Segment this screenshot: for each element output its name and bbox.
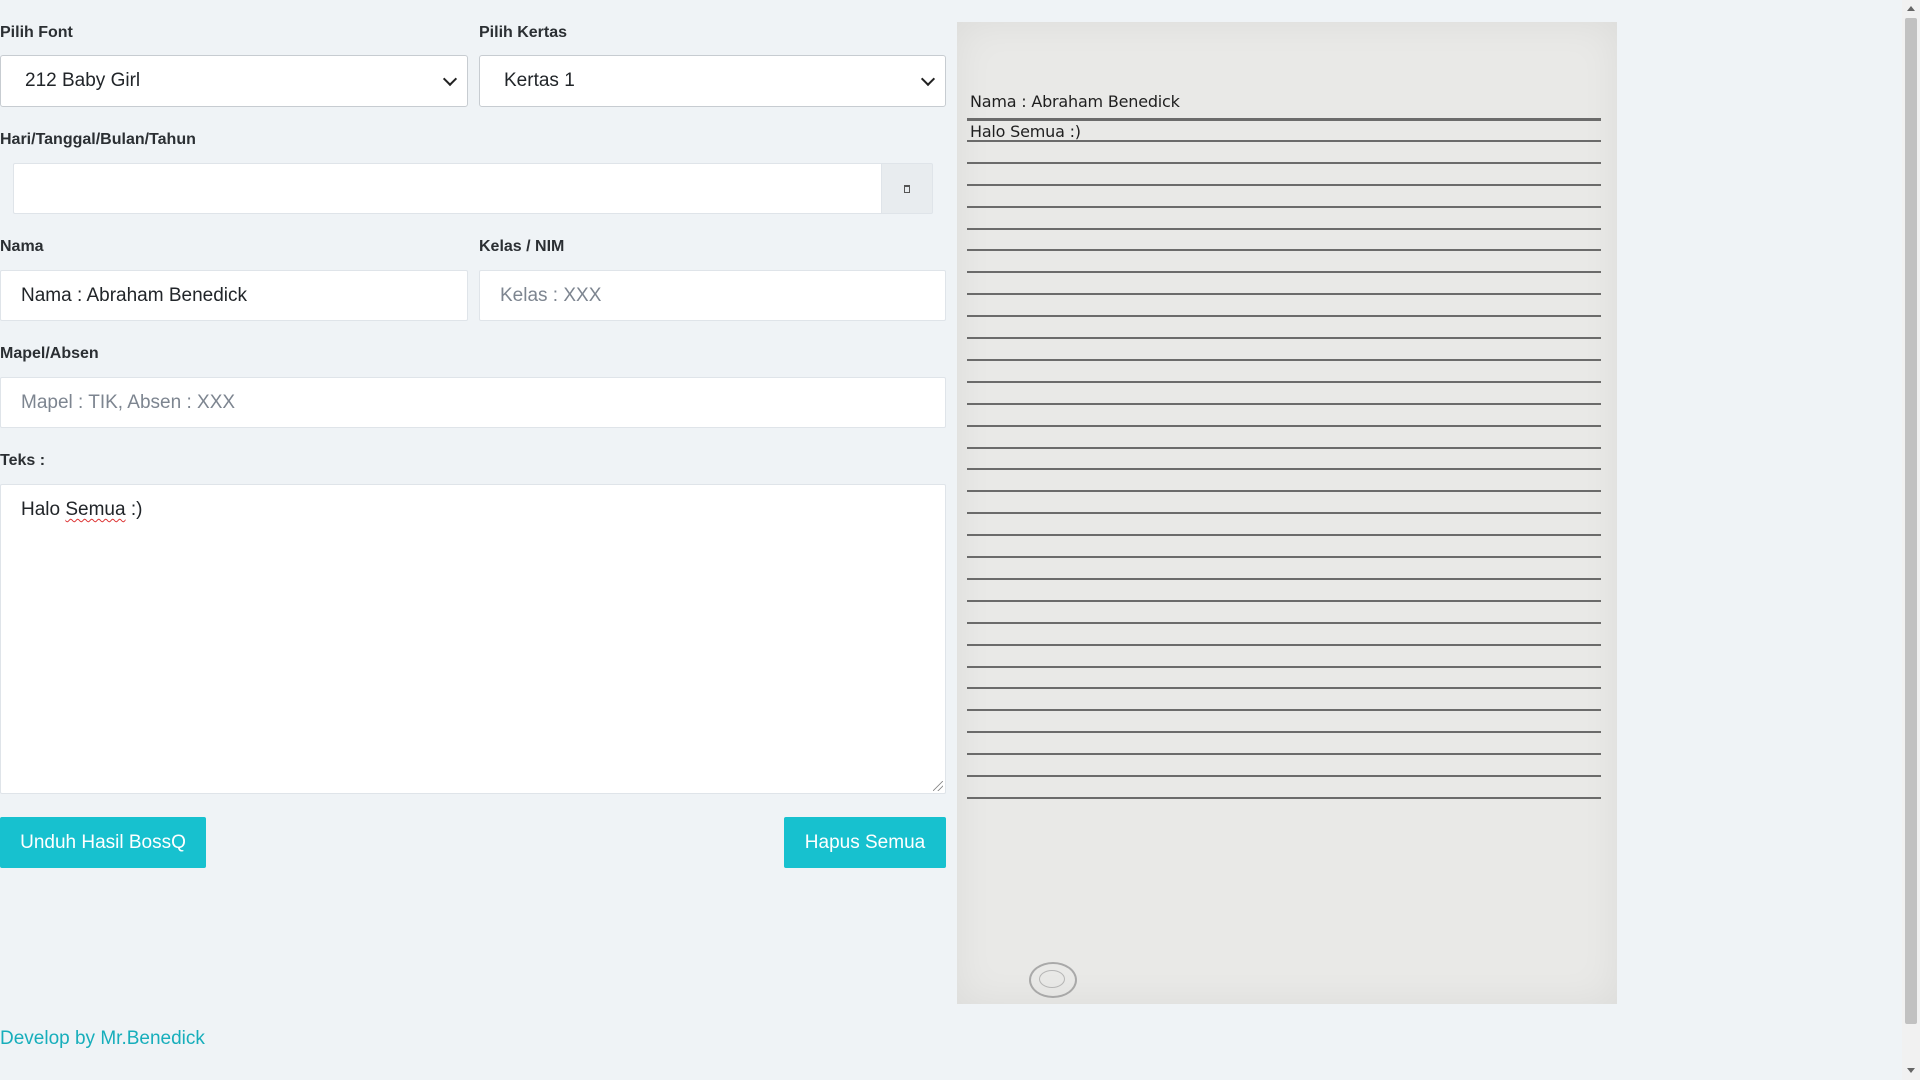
paper-rule-line: [967, 249, 1601, 251]
font-label: Pilih Font: [0, 24, 73, 41]
clear-all-button[interactable]: Hapus Semua: [784, 817, 946, 868]
scroll-up-arrow-icon[interactable]: [1907, 6, 1915, 11]
paper-rule-line: [967, 666, 1601, 668]
paper-rule-line: [967, 293, 1601, 295]
paper-rule-line: [967, 775, 1601, 777]
paper-rule-line: [967, 797, 1601, 799]
name-label: Nama: [0, 238, 44, 255]
class-input[interactable]: Kelas : XXX: [479, 270, 946, 321]
paper-rule-line: [967, 534, 1601, 536]
paper-rule-line: [967, 118, 1601, 121]
paper-rule-line: [967, 709, 1601, 711]
paper-select[interactable]: Kertas 1: [479, 55, 946, 107]
date-input[interactable]: [13, 163, 881, 214]
paper-rule-line: [967, 206, 1601, 208]
page: Pilih Font 212 Baby Girl Pilih Kertas Ke…: [0, 0, 1920, 1080]
paper-rule-line: [967, 622, 1601, 624]
font-select[interactable]: 212 Baby Girl: [0, 55, 468, 107]
paper-rule-line: [967, 556, 1601, 558]
subject-input[interactable]: Mapel : TIK, Absen : XXX: [0, 377, 946, 428]
paper-label: Pilih Kertas: [479, 24, 568, 41]
paper-rule-line: [967, 600, 1601, 602]
paper-rule-line: [967, 228, 1601, 230]
paper-rule-line: [967, 403, 1601, 405]
paper-rule-line: [967, 381, 1601, 383]
paper-rule-line: [967, 162, 1601, 164]
page-scrollbar[interactable]: [1902, 0, 1920, 1080]
paper-stamp: [1029, 962, 1077, 998]
text-word: :): [125, 499, 143, 520]
paper-rule-line: [967, 447, 1601, 449]
text-label: Teks :: [0, 452, 46, 469]
paper-rule-line: [967, 512, 1601, 514]
chevron-down-icon: [920, 71, 936, 86]
chevron-down-icon: [442, 71, 458, 86]
scroll-down-arrow-icon[interactable]: [1907, 1068, 1915, 1073]
paper-rule-line: [967, 359, 1601, 361]
paper-rule-line: [967, 578, 1601, 580]
paper-rule-line: [967, 731, 1601, 733]
text-area[interactable]: Halo Semua :): [0, 484, 946, 794]
paper-rule-line: [967, 271, 1601, 273]
preview-name-line: Nama : Abraham Benedick: [970, 92, 1180, 111]
font-select-value: 212 Baby Girl: [25, 70, 141, 91]
paper-rule-line: [967, 644, 1601, 646]
paper-rule-line: [967, 425, 1601, 427]
preview-text-line: Halo Semua :): [970, 122, 1081, 141]
paper-rule-line: [967, 753, 1601, 755]
paper-rule-line: [967, 687, 1601, 689]
date-label: Hari/Tanggal/Bulan/Tahun: [0, 131, 196, 148]
date-picker-button[interactable]: [881, 163, 933, 214]
paper-select-value: Kertas 1: [504, 70, 575, 91]
scroll-thumb[interactable]: [1905, 18, 1917, 1024]
text-word-misspelled: Semua: [65, 499, 126, 520]
text-word: Halo: [21, 499, 66, 520]
paper-rule-line: [967, 315, 1601, 317]
developer-credit-link[interactable]: Develop by Mr.Benedick: [0, 1028, 205, 1050]
date-picker: [13, 163, 933, 214]
paper-preview: Nama : Abraham Benedick Halo Semua :): [957, 22, 1617, 1004]
class-label: Kelas / NIM: [479, 238, 565, 255]
resize-handle[interactable]: [933, 781, 943, 791]
download-button[interactable]: Unduh Hasil BossQ: [0, 817, 206, 868]
subject-label: Mapel/Absen: [0, 345, 99, 362]
paper-rule-line: [967, 468, 1601, 470]
calendar-icon: [904, 184, 910, 193]
name-input[interactable]: Nama : Abraham Benedick: [0, 270, 468, 321]
paper-rule-line: [967, 490, 1601, 492]
paper-rule-line: [967, 140, 1601, 142]
paper-rule-line: [967, 337, 1601, 339]
paper-rule-line: [967, 184, 1601, 186]
